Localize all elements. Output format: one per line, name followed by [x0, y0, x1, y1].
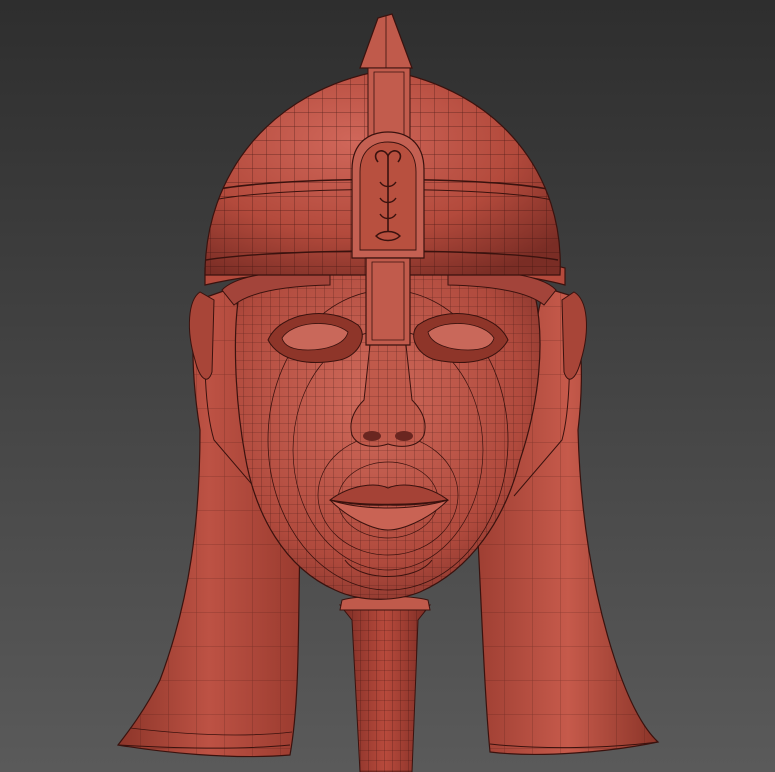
3d-viewport[interactable]: [0, 0, 775, 772]
viewport-render: [0, 0, 775, 772]
